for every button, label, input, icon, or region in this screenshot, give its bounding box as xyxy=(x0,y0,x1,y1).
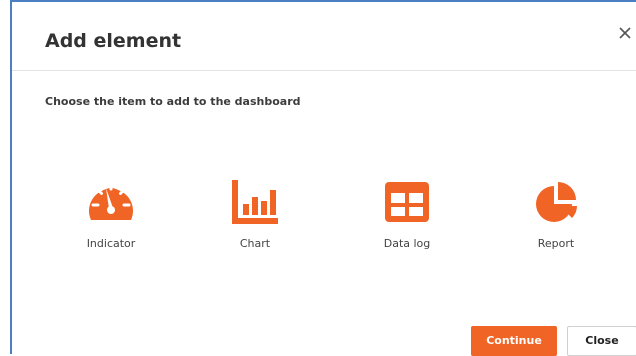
bar-chart-icon xyxy=(230,178,280,226)
dialog-header: Add element xyxy=(12,2,636,71)
pie-chart-icon xyxy=(531,178,581,226)
table-icon xyxy=(382,178,432,226)
dialog-title: Add element xyxy=(45,30,182,52)
option-chart[interactable]: Chart xyxy=(205,172,305,257)
gauge-icon xyxy=(86,178,136,226)
option-label-report: Report xyxy=(537,237,575,250)
option-data-log[interactable]: Data log xyxy=(357,172,457,257)
option-indicator[interactable]: Indicator xyxy=(61,172,161,257)
instruction-text: Choose the item to add to the dashboard xyxy=(45,95,301,108)
element-options: Indicator Chart Data log Report xyxy=(12,172,636,262)
add-element-dialog: Add element Choose the item to add to th… xyxy=(10,0,636,356)
option-report[interactable]: Report xyxy=(506,172,606,257)
option-label-data-log: Data log xyxy=(383,237,431,250)
continue-button[interactable]: Continue xyxy=(471,326,557,356)
option-label-indicator: Indicator xyxy=(86,237,136,250)
option-label-chart: Chart xyxy=(239,237,271,250)
close-icon[interactable] xyxy=(616,24,634,42)
close-button[interactable]: Close xyxy=(567,326,636,356)
